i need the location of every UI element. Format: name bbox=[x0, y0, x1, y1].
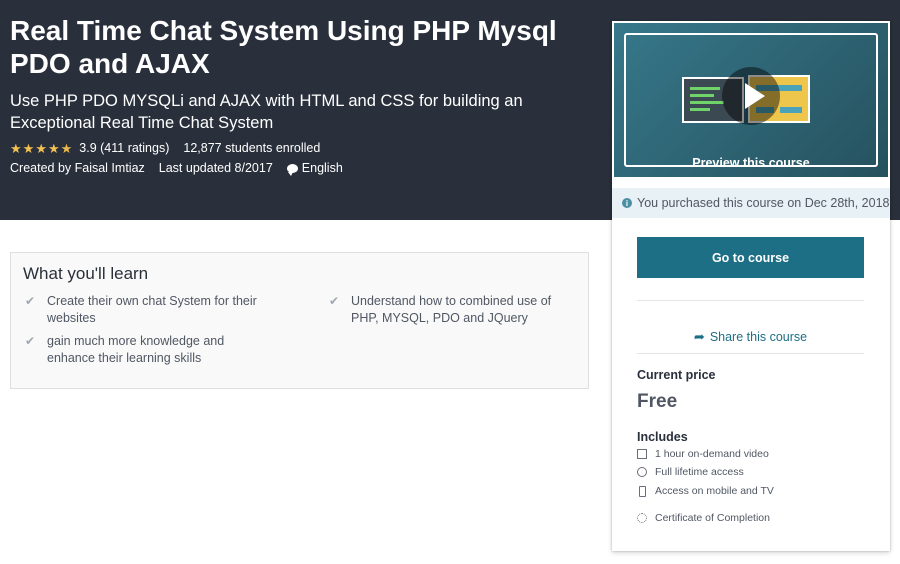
infinity-icon bbox=[637, 467, 647, 477]
what-you-learn-box: What you'll learn ✔ Create their own cha… bbox=[10, 252, 589, 389]
includes-label: Includes bbox=[637, 430, 688, 444]
star-icon: ★ bbox=[47, 140, 60, 156]
include-text: Full lifetime access bbox=[655, 466, 744, 478]
play-icon bbox=[745, 83, 765, 109]
code-line bbox=[690, 94, 714, 97]
include-item: Access on mobile and TV bbox=[637, 485, 774, 497]
learn-item-text: Understand how to combined use of PHP, M… bbox=[351, 294, 552, 325]
go-to-course-button[interactable]: Go to course bbox=[637, 237, 864, 278]
purchase-notice-text: You purchased this course on Dec 28th, 2… bbox=[637, 196, 890, 210]
ui-block bbox=[780, 107, 802, 113]
video-icon bbox=[637, 449, 647, 459]
course-meta: Created by Faisal Imtiaz Last updated 8/… bbox=[10, 161, 590, 176]
star-icon: ★ bbox=[60, 140, 73, 156]
star-icon: ★ bbox=[22, 140, 35, 156]
info-icon: i bbox=[622, 198, 632, 208]
include-item: 1 hour on-demand video bbox=[637, 448, 769, 460]
preview-caption[interactable]: Preview this course bbox=[614, 156, 888, 170]
course-header-content: Real Time Chat System Using PHP Mysql PD… bbox=[10, 14, 590, 176]
learn-item: ✔ gain much more knowledge and enhance t… bbox=[23, 333, 263, 366]
include-text: Certificate of Completion bbox=[655, 512, 770, 524]
learn-item-text: gain much more knowledge and enhance the… bbox=[47, 334, 225, 365]
check-icon: ✔ bbox=[25, 334, 36, 348]
include-item: Certificate of Completion bbox=[637, 512, 770, 524]
play-button[interactable] bbox=[722, 67, 780, 125]
language: English bbox=[286, 161, 343, 176]
rating-text[interactable]: 3.9 (411 ratings) bbox=[79, 141, 169, 155]
include-item: Full lifetime access bbox=[637, 466, 744, 478]
include-text: Access on mobile and TV bbox=[655, 485, 774, 497]
learn-item-text: Create their own chat System for their w… bbox=[47, 294, 257, 325]
price-label: Current price bbox=[637, 368, 716, 382]
certificate-icon bbox=[637, 513, 647, 523]
preview-video[interactable]: Preview this course bbox=[614, 23, 888, 177]
check-icon: ✔ bbox=[25, 294, 36, 308]
star-icon: ★ bbox=[10, 140, 22, 156]
share-label: Share this course bbox=[709, 330, 808, 344]
code-line bbox=[690, 108, 710, 111]
course-subtitle: Use PHP PDO MYSQLi and AJAX with HTML an… bbox=[10, 92, 523, 132]
check-icon: ✔ bbox=[329, 294, 340, 308]
enrolled-count: 12,877 students enrolled bbox=[183, 141, 321, 155]
share-icon: ➦ bbox=[693, 329, 705, 344]
purchase-sidebar: Preview this course i You purchased this… bbox=[612, 21, 890, 551]
learn-item: ✔ Create their own chat System for their… bbox=[23, 293, 263, 326]
code-line bbox=[690, 87, 720, 90]
instructor-line[interactable]: Created by Faisal Imtiaz bbox=[10, 161, 145, 175]
price-value: Free bbox=[637, 391, 678, 412]
learn-item: ✔ Understand how to combined use of PHP,… bbox=[327, 293, 567, 326]
purchase-notice: i You purchased this course on Dec 28th,… bbox=[612, 188, 890, 218]
star-rating: ★ ★ ★ ★ ★ bbox=[10, 142, 73, 155]
comment-icon bbox=[286, 163, 298, 176]
learn-heading: What you'll learn bbox=[23, 264, 149, 283]
code-line bbox=[690, 101, 724, 104]
include-text: 1 hour on-demand video bbox=[655, 448, 769, 460]
rating-row: ★ ★ ★ ★ ★ 3.9 (411 ratings) 12,877 stude… bbox=[10, 141, 590, 155]
divider bbox=[637, 300, 864, 301]
language-label: English bbox=[301, 161, 343, 175]
star-icon: ★ bbox=[35, 140, 47, 156]
divider bbox=[637, 353, 864, 354]
share-course-link[interactable]: ➦ Share this course bbox=[637, 329, 864, 345]
course-title: Real Time Chat System Using PHP Mysql PD… bbox=[10, 15, 557, 79]
mobile-icon bbox=[639, 485, 646, 497]
last-updated: Last updated 8/2017 bbox=[158, 161, 273, 175]
